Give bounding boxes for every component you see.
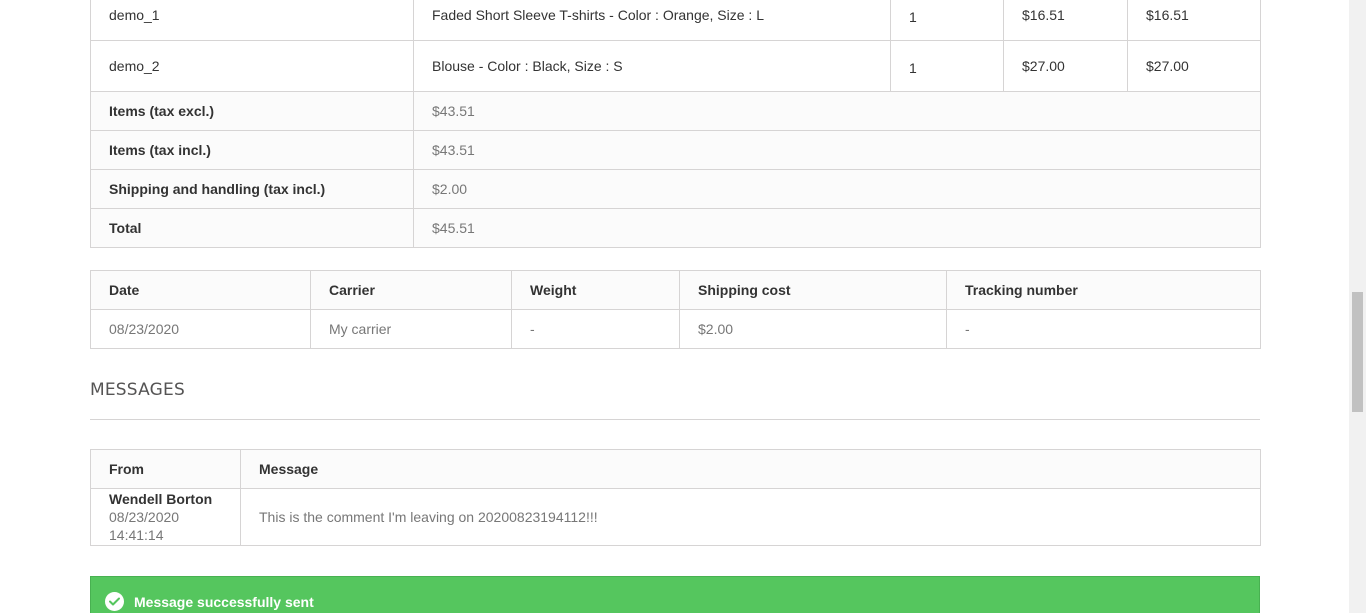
totals-row-items-tax-incl: Items (tax incl.) $43.51 [90, 130, 1261, 170]
shipping-weight: - [511, 309, 680, 349]
product-reference: demo_1 [90, 0, 414, 41]
product-unit-price: $27.00 [1003, 40, 1128, 92]
totals-row-total: Total $45.51 [90, 208, 1261, 248]
messages-table: From Message Wendell Borton 08/23/2020 1… [90, 449, 1261, 546]
totals-value: $43.51 [413, 130, 1261, 170]
product-total-price: $16.51 [1127, 0, 1261, 41]
shipping-date: 08/23/2020 [90, 309, 311, 349]
totals-label: Items (tax excl.) [90, 91, 414, 131]
table-header-row: Date Carrier Weight Shipping cost Tracki… [90, 270, 1261, 310]
product-unit-price: $16.51 [1003, 0, 1128, 41]
product-name: Faded Short Sleeve T-shirts - Color : Or… [413, 0, 891, 41]
column-header-shipping-cost: Shipping cost [679, 270, 947, 310]
totals-label: Total [90, 208, 414, 248]
message-date: 08/23/2020 14:41:14 [109, 509, 180, 543]
totals-value: $2.00 [413, 169, 1261, 209]
order-products-table: demo_1 Faded Short Sleeve T-shirts - Col… [90, 0, 1261, 248]
column-header-from: From [90, 449, 241, 489]
message-from: Wendell Borton 08/23/2020 14:41:14 [90, 488, 241, 546]
totals-label: Shipping and handling (tax incl.) [90, 169, 414, 209]
table-row: demo_1 Faded Short Sleeve T-shirts - Col… [90, 0, 1261, 41]
product-reference: demo_2 [90, 40, 414, 92]
product-quantity: 1 [890, 40, 1004, 92]
product-total-price: $27.00 [1127, 40, 1261, 92]
column-header-message: Message [240, 449, 1261, 489]
shipping-table: Date Carrier Weight Shipping cost Tracki… [90, 270, 1261, 349]
totals-label: Items (tax incl.) [90, 130, 414, 170]
totals-row-shipping: Shipping and handling (tax incl.) $2.00 [90, 169, 1261, 209]
column-header-date: Date [90, 270, 311, 310]
table-row: 08/23/2020 My carrier - $2.00 - [90, 309, 1261, 349]
shipping-tracking-number: - [946, 309, 1261, 349]
message-author: Wendell Borton [109, 491, 213, 507]
totals-row-items-tax-excl: Items (tax excl.) $43.51 [90, 91, 1261, 131]
product-quantity: 1 [890, 0, 1004, 41]
totals-value: $43.51 [413, 91, 1261, 131]
table-row: Wendell Borton 08/23/2020 14:41:14 This … [90, 488, 1261, 546]
page-scrollbar[interactable] [1349, 0, 1366, 613]
shipping-carrier: My carrier [310, 309, 512, 349]
table-row: demo_2 Blouse - Color : Black, Size : S … [90, 40, 1261, 92]
column-header-tracking-number: Tracking number [946, 270, 1261, 310]
order-details-page: demo_1 Faded Short Sleeve T-shirts - Col… [0, 0, 1366, 613]
scrollbar-thumb[interactable] [1352, 292, 1363, 412]
success-alert-text: Message successfully sent [134, 594, 314, 610]
message-text: This is the comment I'm leaving on 20200… [240, 488, 1261, 546]
check-circle-icon [105, 592, 124, 611]
product-name: Blouse - Color : Black, Size : S [413, 40, 891, 92]
success-alert: Message successfully sent [90, 576, 1260, 613]
shipping-cost: $2.00 [679, 309, 947, 349]
column-header-weight: Weight [511, 270, 680, 310]
totals-value: $45.51 [413, 208, 1261, 248]
table-header-row: From Message [90, 449, 1261, 489]
column-header-carrier: Carrier [310, 270, 512, 310]
messages-heading: MESSAGES [90, 378, 1260, 420]
